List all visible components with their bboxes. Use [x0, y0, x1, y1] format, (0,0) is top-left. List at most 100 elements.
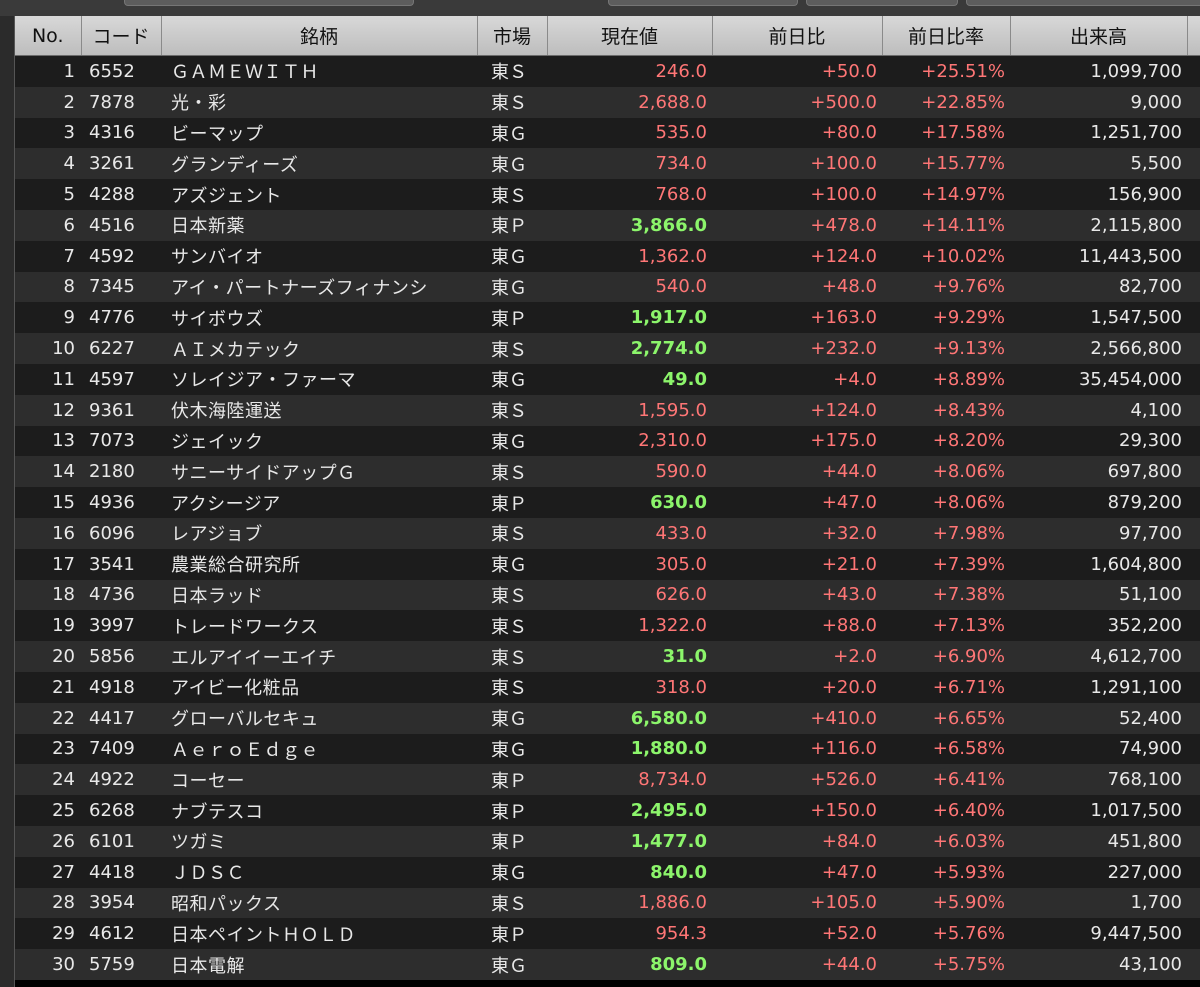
row-extra-cell: [1187, 918, 1200, 950]
change-rate: +6.58%: [882, 733, 1010, 765]
table-row[interactable]: 3 4316 ビーマップ 東Ｇ 535.0 +80.0 +17.58% 1,251,700: [15, 117, 1200, 149]
volume: 227,000: [1010, 856, 1187, 888]
current-price: 1,880.0: [547, 733, 712, 765]
column-header-no[interactable]: No.: [15, 16, 82, 56]
volume: 879,200: [1010, 487, 1187, 518]
current-price: 31.0: [547, 641, 712, 672]
table-row[interactable]: 10 6227 ＡＩメカテック 東Ｓ 2,774.0 +232.0 +9.13% 2,566,…: [15, 333, 1200, 364]
change-rate: +22.85%: [882, 86, 1010, 118]
column-header-change[interactable]: 前日比: [712, 16, 883, 56]
table-row[interactable]: 22 4417 グローバルセキュ 東Ｇ 6,580.0 +410.0 +6.65% 52,40…: [15, 702, 1200, 734]
market: 東Ｐ: [477, 209, 547, 241]
table-row[interactable]: 9 4776 サイボウズ 東Ｐ 1,917.0 +163.0 +9.29% 1,547,500: [15, 302, 1200, 334]
stock-name: サニーサイドアップＧ: [161, 456, 477, 488]
row-number: 16: [15, 517, 81, 549]
change-rate: +8.20%: [882, 425, 1010, 457]
table-row[interactable]: 16 6096 レアジョブ 東Ｓ 433.0 +32.0 +7.98% 97,700: [15, 517, 1200, 549]
column-header-name[interactable]: 銘柄: [161, 16, 478, 56]
column-header-price[interactable]: 現在値: [547, 16, 713, 56]
toolbar-tab[interactable]: [124, 0, 414, 6]
toolbar-tab[interactable]: [806, 0, 958, 6]
market: 東Ｐ: [477, 764, 547, 796]
change-rate: +25.51%: [882, 55, 1010, 87]
price-change: +175.0: [712, 425, 882, 457]
volume: 9,000: [1010, 86, 1187, 118]
table-row[interactable]: 28 3954 昭和パックス 東Ｓ 1,886.0 +105.0 +5.90% 1,700: [15, 887, 1200, 919]
row-extra-cell: [1187, 55, 1200, 87]
column-header-market[interactable]: 市場: [477, 16, 548, 56]
table-row[interactable]: 13 7073 ジェイック 東Ｇ 2,310.0 +175.0 +8.20% 29,300: [15, 425, 1200, 457]
price-change: +150.0: [712, 795, 882, 826]
table-row[interactable]: 20 5856 エルアイイーエイチ 東Ｓ 31.0 +2.0 +6.90% 4,612,700: [15, 641, 1200, 672]
top-toolbar: [0, 0, 1200, 16]
table-row[interactable]: 23 7409 ＡｅｒｏＥｄｇｅ 東Ｇ 1,880.0 +116.0 +6.58% 74,90…: [15, 733, 1200, 765]
row-number: 5: [15, 179, 81, 210]
row-extra-cell: [1187, 641, 1200, 672]
table-row[interactable]: 19 3997 トレードワークス 東Ｓ 1,322.0 +88.0 +7.13% 352,20…: [15, 610, 1200, 642]
table-row[interactable]: 30 5759 日本電解 東Ｇ 809.0 +44.0 +5.75% 43,100: [15, 949, 1200, 980]
table-row[interactable]: 21 4918 アイビー化粧品 東Ｓ 318.0 +20.0 +6.71% 1,291,100: [15, 671, 1200, 703]
table-row[interactable]: 8 7345 アイ・パートナーズフィナンシ 東Ｇ 540.0 +48.0 +9.76% 82,…: [15, 271, 1200, 303]
table-row[interactable]: 14 2180 サニーサイドアップＧ 東Ｓ 590.0 +44.0 +8.06% 697,80…: [15, 456, 1200, 488]
stock-name: アクシージア: [161, 487, 477, 518]
price-change: +50.0: [712, 55, 882, 87]
table-row[interactable]: 2 7878 光・彩 東Ｓ 2,688.0 +500.0 +22.85% 9,000: [15, 86, 1200, 118]
stock-name: サイボウズ: [161, 302, 477, 334]
stock-code: 6101: [81, 825, 161, 857]
stock-name: 日本ラッド: [161, 579, 477, 611]
change-rate: +5.93%: [882, 856, 1010, 888]
stock-name: コーセー: [161, 764, 477, 796]
table-row[interactable]: 29 4612 日本ペイントＨＯＬＤ 東Ｐ 954.3 +52.0 +5.76% 9,447,…: [15, 918, 1200, 950]
column-header-change-rate[interactable]: 前日比率: [882, 16, 1011, 56]
volume: 2,566,800: [1010, 333, 1187, 364]
stock-code: 4736: [81, 579, 161, 611]
column-header-volume[interactable]: 出来高: [1010, 16, 1188, 56]
current-price: 433.0: [547, 517, 712, 549]
table-row[interactable]: 1 6552 ＧＡＭＥＷＩＴＨ 東Ｓ 246.0 +50.0 +25.51% 1,099,70…: [15, 55, 1200, 87]
stock-code: 5856: [81, 641, 161, 672]
table-row[interactable]: 4 3261 グランディーズ 東Ｇ 734.0 +100.0 +15.77% 5,500: [15, 148, 1200, 180]
stock-name: 光・彩: [161, 86, 477, 118]
table-row[interactable]: 27 4418 ＪＤＳＣ 東Ｇ 840.0 +47.0 +5.93% 227,000: [15, 856, 1200, 888]
table-row[interactable]: 12 9361 伏木海陸運送 東Ｓ 1,595.0 +124.0 +8.43% 4,100: [15, 394, 1200, 426]
change-rate: +9.13%: [882, 333, 1010, 364]
change-rate: +7.98%: [882, 517, 1010, 549]
row-number: 8: [15, 271, 81, 303]
stock-name: 日本ペイントＨＯＬＤ: [161, 918, 477, 950]
toolbar-tab[interactable]: [608, 0, 798, 6]
table-row[interactable]: 17 3541 農業総合研究所 東Ｇ 305.0 +21.0 +7.39% 1,604,800: [15, 548, 1200, 580]
table-row[interactable]: 11 4597 ソレイジア・ファーマ 東Ｇ 49.0 +4.0 +8.89% 35,454,0…: [15, 363, 1200, 395]
market: 東Ｓ: [477, 671, 547, 703]
column-header-extra[interactable]: [1187, 16, 1200, 56]
market: 東Ｇ: [477, 702, 547, 734]
change-rate: +8.06%: [882, 456, 1010, 488]
market: 東Ｓ: [477, 456, 547, 488]
table-row[interactable]: 5 4288 アズジェント 東Ｓ 768.0 +100.0 +14.97% 156,900: [15, 179, 1200, 210]
row-extra-cell: [1187, 179, 1200, 210]
column-header-code[interactable]: コード: [81, 16, 162, 56]
price-change: +80.0: [712, 117, 882, 149]
row-number: 28: [15, 887, 81, 919]
volume: 82,700: [1010, 271, 1187, 303]
current-price: 1,477.0: [547, 825, 712, 857]
table-row[interactable]: 18 4736 日本ラッド 東Ｓ 626.0 +43.0 +7.38% 51,100: [15, 579, 1200, 611]
toolbar-tab[interactable]: [966, 0, 1200, 6]
volume: 1,291,100: [1010, 671, 1187, 703]
table-row[interactable]: 25 6268 ナブテスコ 東Ｐ 2,495.0 +150.0 +6.40% 1,017,50…: [15, 795, 1200, 826]
table-row[interactable]: 7 4592 サンバイオ 東Ｇ 1,362.0 +124.0 +10.02% 11,443,5…: [15, 240, 1200, 272]
row-extra-cell: [1187, 487, 1200, 518]
price-change: +84.0: [712, 825, 882, 857]
row-extra-cell: [1187, 949, 1200, 980]
table-row[interactable]: 6 4516 日本新薬 東Ｐ 3,866.0 +478.0 +14.11% 2,115,800: [15, 209, 1200, 241]
change-rate: +6.03%: [882, 825, 1010, 857]
price-change: +500.0: [712, 86, 882, 118]
price-change: +410.0: [712, 702, 882, 734]
row-extra-cell: [1187, 825, 1200, 857]
table-row[interactable]: 15 4936 アクシージア 東Ｐ 630.0 +47.0 +8.06% 879,200: [15, 487, 1200, 518]
table-row[interactable]: 26 6101 ツガミ 東Ｐ 1,477.0 +84.0 +6.03% 451,800: [15, 825, 1200, 857]
volume: 2,115,800: [1010, 209, 1187, 241]
current-price: 540.0: [547, 271, 712, 303]
volume: 5,500: [1010, 148, 1187, 180]
change-rate: +5.76%: [882, 918, 1010, 950]
table-row[interactable]: 24 4922 コーセー 東Ｐ 8,734.0 +526.0 +6.41% 768,100: [15, 764, 1200, 796]
